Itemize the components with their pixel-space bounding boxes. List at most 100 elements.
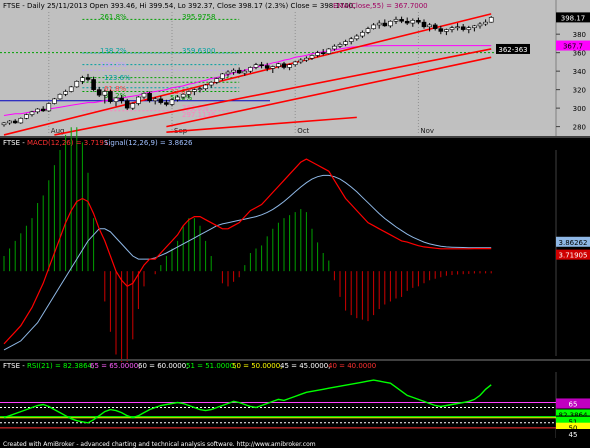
candle-body [119, 97, 124, 102]
rsi-header-prefix: FTSE - [3, 362, 25, 370]
candle-body [164, 102, 169, 105]
candle-body [393, 19, 399, 22]
macd-header-signal: Signal(12,26,9) = 3.8626 [104, 139, 193, 147]
candle-body [7, 120, 12, 124]
month-label: Nov [420, 127, 434, 135]
price-header-ema: EMA(Close,55) = 367.7000 [333, 2, 428, 10]
candle-body [399, 19, 404, 22]
candle-body [80, 77, 85, 82]
price-header-prefix: FTSE - Daily 25/11/2013 Open 393.46, Hi … [3, 2, 356, 10]
candle-body [158, 98, 164, 103]
candle-body [320, 52, 326, 54]
candle-body [231, 69, 236, 73]
candle-body [309, 55, 315, 59]
candle-body [63, 91, 68, 95]
candle-body [169, 99, 175, 105]
price-tick-label: 360 [573, 50, 586, 58]
candle-body [354, 35, 360, 40]
price-tick-label: 280 [573, 124, 586, 132]
candle-body [180, 93, 186, 98]
candle-body [410, 20, 416, 24]
candle-body [264, 65, 270, 69]
candle-body [57, 93, 63, 100]
macd-header-macd: MACD(12,26) = 3.7191, [27, 139, 111, 147]
chart-svg[interactable]: AugSepOctNov380360340320300280261.8%395.… [0, 0, 590, 448]
candle-body [376, 22, 382, 26]
pane-separator-2 [0, 359, 590, 361]
rsi-header-l50: 50 = 50.0000, [232, 362, 282, 370]
rsi-tag: 65 [569, 400, 578, 408]
candle-body [203, 84, 208, 90]
candle-body [141, 93, 147, 98]
candle-body [208, 81, 214, 86]
candle-body [304, 57, 309, 61]
candle-body [388, 20, 393, 27]
candle-body [292, 61, 298, 65]
candle-body [12, 120, 18, 124]
candle-body [225, 71, 231, 75]
candle-body [382, 22, 388, 27]
rsi-grid [0, 372, 557, 438]
candle-body [96, 89, 102, 96]
candle-body [472, 25, 477, 29]
candle-body [248, 67, 253, 72]
candle-body [236, 69, 242, 74]
price-tick-label: 380 [573, 31, 586, 39]
candle-body [214, 78, 220, 83]
candle-body [85, 77, 91, 80]
macd-header-prefix: FTSE - [3, 139, 25, 147]
candle-body [270, 66, 276, 69]
candle-body [315, 52, 320, 56]
candle-body [365, 28, 371, 33]
price-tag: 398.17 [561, 14, 586, 22]
candle-body [416, 20, 421, 23]
candle-body [343, 41, 348, 45]
candle-body [298, 59, 304, 63]
candle-body [455, 26, 460, 29]
candle-body [421, 21, 427, 28]
candle-body [113, 97, 119, 102]
rsi-tag: 45 [569, 431, 578, 439]
fib-label: 395.9758 [182, 13, 215, 21]
candle-body [276, 63, 281, 67]
candle-body [477, 23, 483, 27]
candle-body [18, 117, 24, 124]
candle-body [404, 20, 410, 24]
candle-body [136, 96, 141, 104]
candle-body [326, 48, 332, 54]
candle-body [220, 73, 225, 79]
month-label: Oct [297, 127, 309, 135]
fib-label: 100.0% [100, 61, 127, 69]
candle-body [371, 24, 376, 29]
fib-label: 261.8% [100, 13, 127, 21]
candle-body [91, 79, 96, 90]
candle-body [438, 28, 444, 32]
footer-text: Created with AmiBroker - advanced charti… [3, 441, 316, 448]
candle-body [186, 91, 192, 95]
candle-body [332, 45, 337, 50]
candle-body [102, 91, 108, 96]
candle-body [108, 91, 113, 102]
candle-body [449, 27, 455, 30]
range-tag: 362-363 [498, 46, 527, 54]
candle-body [130, 103, 136, 109]
candle-body [432, 24, 438, 29]
candle-body [259, 64, 264, 66]
candle-body [35, 108, 40, 113]
candle-body [24, 114, 29, 119]
pane-separator [0, 136, 590, 138]
candle-body [242, 70, 248, 74]
macd-tag: 3.71905 [559, 252, 588, 260]
rsi-marks: 6582.386460515045 [3, 379, 590, 439]
rsi-header-l60: 60 = 60.0000, [138, 362, 188, 370]
candle-body [483, 21, 488, 25]
signal-tag: 3.86262 [559, 239, 588, 247]
candle-body [287, 64, 292, 68]
ema-tag: 367.7 [563, 43, 583, 51]
candle-body [253, 64, 259, 68]
candle-body [337, 44, 343, 47]
candle-body [360, 32, 365, 37]
chart-stage: AugSepOctNov380360340320300280261.8%395.… [0, 0, 590, 448]
fib-label: 123.6% [104, 74, 131, 82]
candle-body [427, 24, 432, 28]
